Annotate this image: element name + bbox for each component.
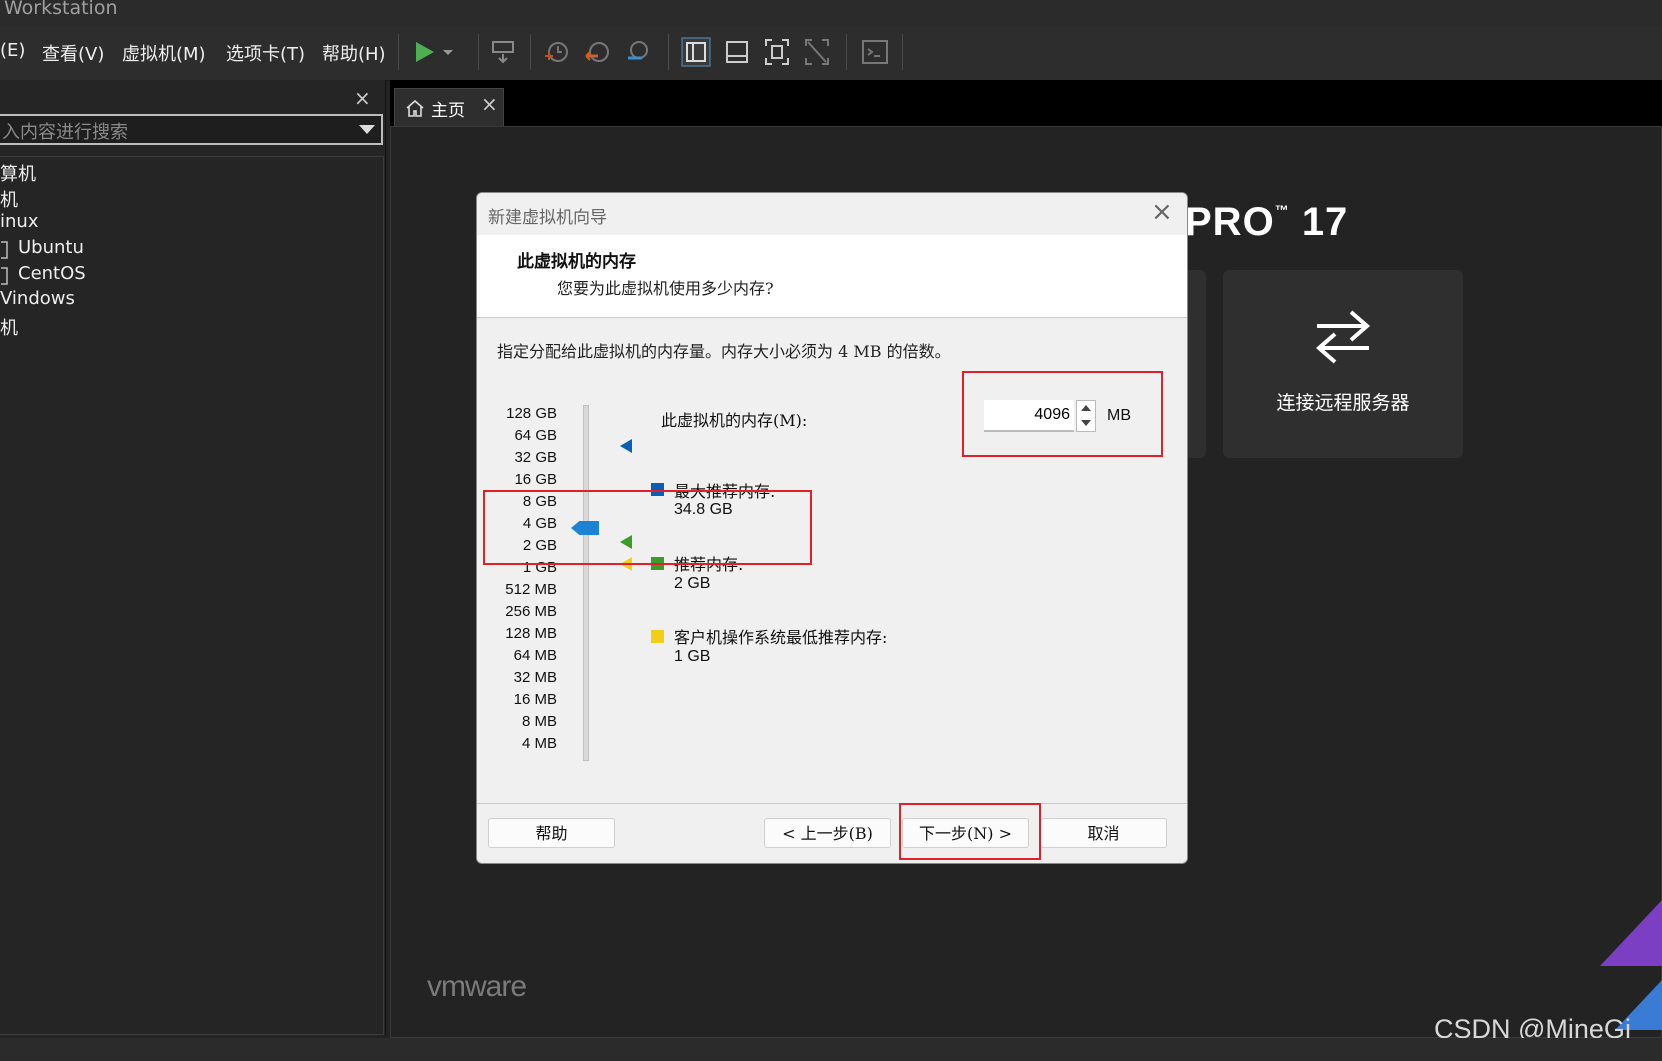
thumbnail-bar-icon[interactable] — [722, 36, 752, 68]
menu-vm[interactable]: 虚拟机(M) — [122, 40, 206, 66]
min-recommended-swatch — [651, 630, 664, 643]
help-button[interactable]: 帮助 — [488, 818, 615, 848]
tab-strip: 主页 × — [390, 80, 1662, 127]
brand-version: 17 — [1301, 200, 1349, 244]
toolbar-separator — [668, 34, 669, 70]
scale-label: 16 MB — [513, 691, 557, 708]
snapshot-icon[interactable] — [542, 36, 572, 68]
console-icon[interactable] — [860, 36, 890, 68]
close-icon[interactable]: × — [354, 86, 371, 110]
app-title: Workstation — [4, 0, 118, 19]
connect-remote-server-tile[interactable]: 连接远程服务器 — [1223, 270, 1463, 458]
tab-label: 主页 — [431, 101, 465, 121]
menu-tabs[interactable]: 选项卡(T) — [226, 40, 305, 66]
snapshot-manager-icon[interactable] — [623, 36, 653, 68]
search-placeholder: 入内容进行搜索 — [2, 122, 128, 143]
scale-label: 8 MB — [521, 713, 557, 730]
toolbar-separator — [530, 34, 531, 70]
vm-icon — [1, 241, 8, 259]
menu-edit[interactable]: (E) — [0, 40, 25, 61]
dropdown-arrow-icon[interactable] — [359, 125, 375, 134]
menu-toolbar: (E) 查看(V) 虚拟机(M) 选项卡(T) 帮助(H) — [0, 26, 1662, 81]
memory-slider-track[interactable] — [583, 405, 589, 761]
scale-label: 4 MB — [521, 735, 557, 752]
dialog-title-bar: 新建虚拟机向导 × — [477, 193, 1187, 235]
toolbar-separator — [902, 34, 903, 70]
status-bar — [0, 1038, 1662, 1061]
max-recommended-marker — [620, 439, 632, 453]
brand-name: PRO — [1185, 200, 1275, 244]
library-tree: 算机 机 inux Ubuntu CentOS Vindows 机 — [0, 156, 384, 1035]
annotation-box-memory-input — [962, 371, 1163, 457]
sidebar-toggle-icon[interactable] — [681, 36, 711, 68]
scale-label: 128 GB — [506, 405, 557, 422]
revert-snapshot-icon[interactable] — [583, 36, 613, 68]
dialog-title: 新建虚拟机向导 — [488, 208, 607, 228]
close-icon[interactable]: × — [1151, 197, 1173, 227]
scale-label: 32 MB — [513, 669, 557, 686]
tree-item-windows[interactable]: Vindows — [0, 288, 75, 309]
toolbar-separator — [478, 34, 479, 70]
app-title-bar: Workstation — [0, 0, 1662, 26]
scale-label: 64 GB — [514, 427, 557, 444]
scale-label: 128 MB — [505, 625, 557, 642]
tree-item-group[interactable]: 机 — [0, 314, 18, 340]
close-icon[interactable]: × — [481, 92, 498, 116]
send-keys-icon[interactable] — [488, 36, 518, 68]
toolbar-separator — [846, 34, 847, 70]
tab-home[interactable]: 主页 × — [394, 88, 504, 127]
memory-field-label: 此虚拟机的内存(M): — [661, 411, 808, 430]
chevron-down-icon[interactable] — [440, 36, 456, 68]
tree-item-ubuntu[interactable]: Ubuntu — [18, 237, 84, 258]
min-recommended-label: 客户机操作系统最低推荐内存: — [674, 628, 888, 647]
scale-label: 16 GB — [514, 471, 557, 488]
decorative-shape — [1600, 900, 1662, 1030]
swap-arrows-icon — [1315, 310, 1371, 364]
scale-label: 32 GB — [514, 449, 557, 466]
play-icon[interactable] — [412, 36, 442, 68]
cancel-button[interactable]: 取消 — [1040, 818, 1167, 848]
page-heading: 此虚拟机的内存 — [517, 252, 636, 272]
vmware-logo: vmware — [427, 970, 527, 1003]
scale-label: 64 MB — [513, 647, 557, 664]
menu-view[interactable]: 查看(V) — [42, 40, 104, 66]
back-button[interactable]: < 上一步(B) — [764, 818, 891, 848]
tree-item-my-computer[interactable]: 算机 — [0, 160, 36, 186]
memory-description: 指定分配给此虚拟机的内存量。内存大小必须为 4 MB 的倍数。 — [497, 342, 951, 361]
tree-item-linux[interactable]: inux — [0, 211, 38, 232]
scale-label: 512 MB — [505, 581, 557, 598]
page-subheading: 您要为此虚拟机使用多少内存? — [557, 279, 774, 298]
dialog-header: 此虚拟机的内存 您要为此虚拟机使用多少内存? — [477, 235, 1187, 318]
toolbar-separator — [398, 34, 399, 70]
product-brand: PRO™ 17 — [1185, 200, 1348, 245]
min-recommended-value: 1 GB — [674, 648, 711, 665]
fullscreen-icon[interactable] — [762, 36, 792, 68]
unity-icon[interactable] — [802, 36, 832, 68]
home-icon — [406, 99, 424, 117]
vm-icon — [1, 267, 8, 285]
connect-remote-server-label: 连接远程服务器 — [1276, 392, 1410, 414]
trademark-mark: ™ — [1274, 201, 1290, 218]
annotation-box-slider-range — [483, 490, 812, 565]
tree-item-centos[interactable]: CentOS — [18, 263, 86, 284]
scale-label: 256 MB — [505, 603, 557, 620]
annotation-box-next-button — [899, 803, 1041, 860]
menu-help[interactable]: 帮助(H) — [322, 40, 386, 66]
recommended-value: 2 GB — [674, 575, 711, 592]
library-panel: × 入内容进行搜索 算机 机 inux Ubuntu CentOS Vindow… — [0, 80, 386, 1036]
library-search-input[interactable]: 入内容进行搜索 — [0, 114, 383, 145]
tree-item-group[interactable]: 机 — [0, 186, 18, 212]
